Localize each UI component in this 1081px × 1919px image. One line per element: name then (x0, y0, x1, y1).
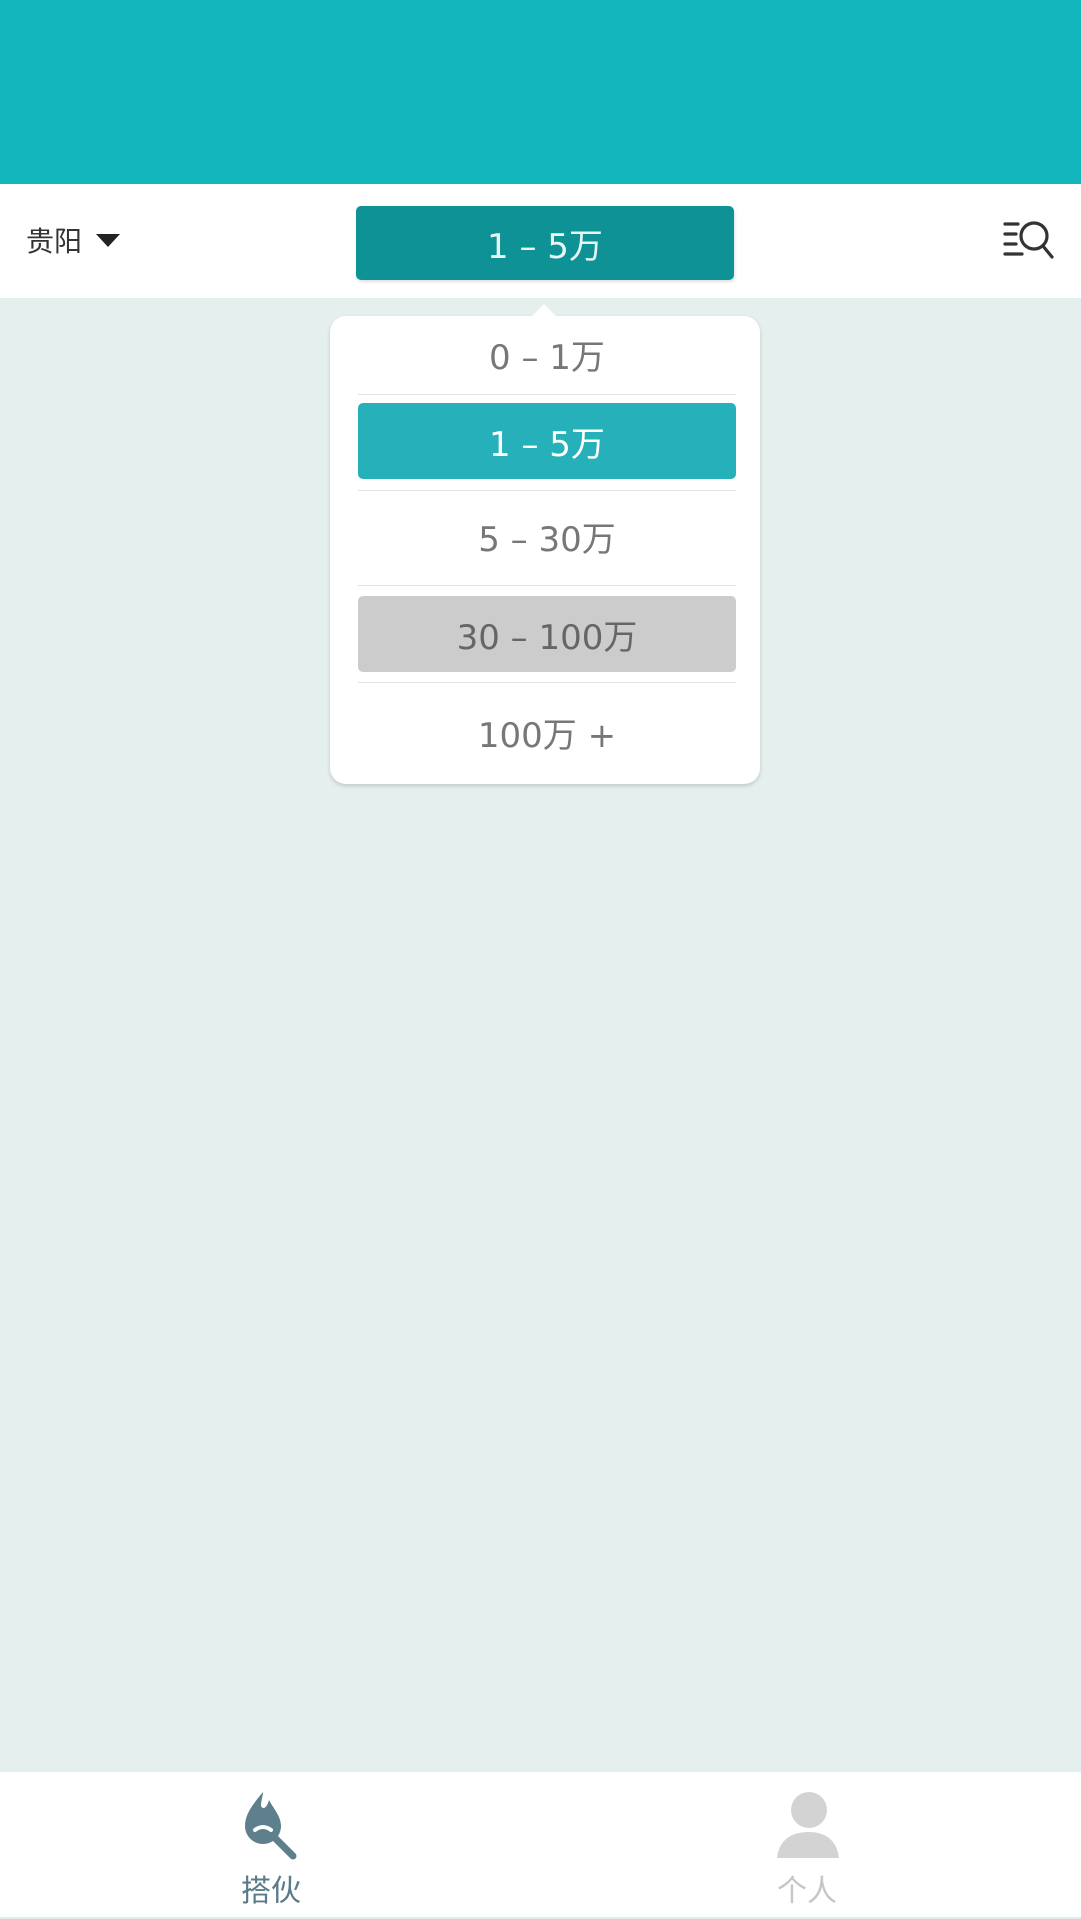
list-search-icon (1003, 221, 1054, 259)
bottom-tab-bar: 搭伙 个人 (0, 1771, 1081, 1919)
range-option-label: 1 – 5万 (489, 424, 605, 465)
tab-profile[interactable]: 个人 (707, 1772, 907, 1917)
filter-bar: 贵阳 1 – 5万 (0, 184, 1081, 298)
range-option-label: 30 – 100万 (456, 617, 638, 658)
range-option-30-100[interactable]: 30 – 100万 (358, 596, 736, 672)
city-label: 贵阳 (26, 225, 83, 258)
price-range-dropdown: 0 – 1万 1 – 5万 5 – 30万 30 – 100万 100万 + (330, 304, 760, 784)
person-icon (777, 1792, 839, 1858)
range-option-label: 5 – 30万 (478, 519, 616, 560)
price-range-label: 1 – 5万 (487, 226, 603, 267)
range-option-label: 100万 + (477, 715, 617, 756)
top-header (0, 0, 1081, 184)
range-option-0-1[interactable]: 0 – 1万 (358, 316, 736, 392)
range-option-1-5[interactable]: 1 – 5万 (358, 403, 736, 479)
divider (358, 394, 736, 395)
tab-profile-label: 个人 (777, 1874, 837, 1909)
price-range-button[interactable]: 1 – 5万 (356, 206, 734, 280)
range-option-label: 0 – 1万 (489, 337, 605, 378)
list-search-button[interactable] (1002, 216, 1058, 266)
caret-down-icon (96, 233, 121, 247)
divider (358, 682, 736, 683)
range-option-100-plus[interactable]: 100万 + (358, 694, 736, 770)
match-search-icon (245, 1792, 297, 1860)
tab-match-label: 搭伙 (241, 1874, 301, 1909)
divider (358, 585, 736, 586)
range-option-5-30[interactable]: 5 – 30万 (358, 498, 736, 574)
divider (358, 490, 736, 491)
city-selector[interactable]: 贵阳 (26, 218, 121, 262)
tab-match[interactable]: 搭伙 (171, 1772, 371, 1917)
